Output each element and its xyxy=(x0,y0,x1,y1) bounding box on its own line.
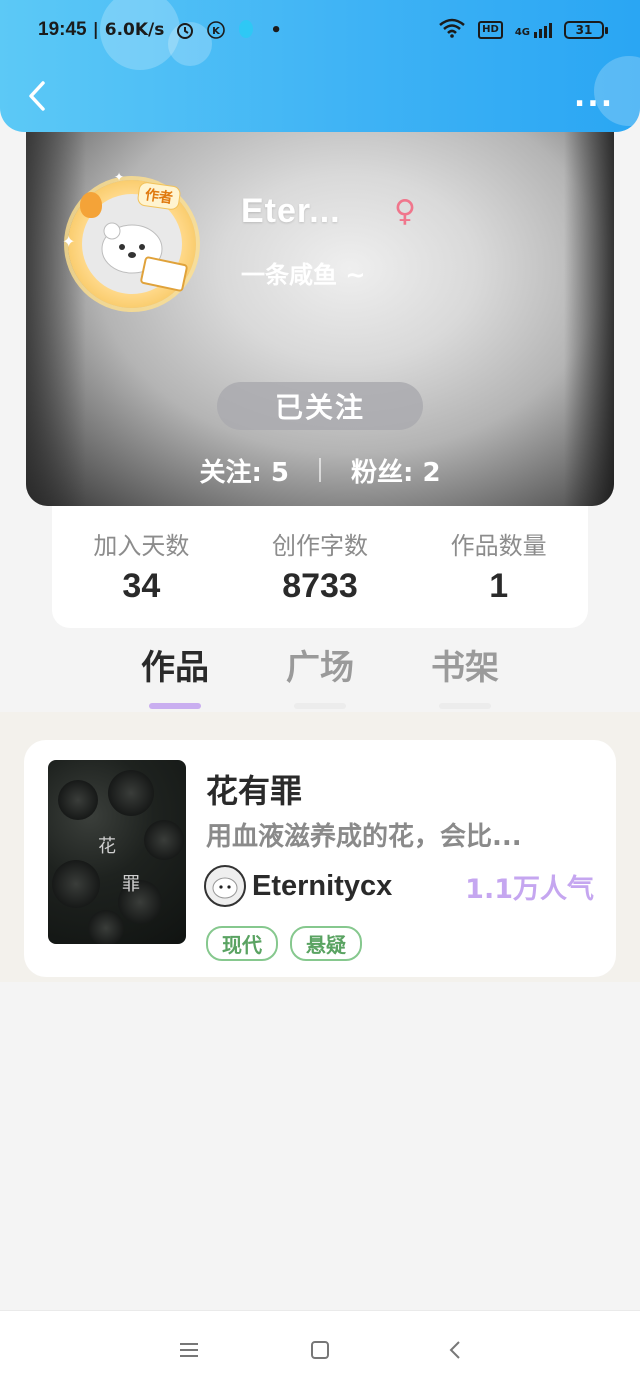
work-description: 用血液滋养成的花，会比... xyxy=(206,822,522,852)
status-time: 19:45 xyxy=(38,19,87,40)
tab-label: 作品 xyxy=(141,648,209,688)
menu-button[interactable] xyxy=(174,1335,204,1365)
system-back-button[interactable] xyxy=(440,1335,470,1365)
rose-decor xyxy=(52,860,100,908)
sparkle-icon: ✦ xyxy=(62,232,76,251)
stat-label: 加入天数 xyxy=(93,532,190,560)
home-button[interactable] xyxy=(305,1335,335,1365)
work-author-row: Eternitycx 1.1万人气 xyxy=(204,864,594,908)
tab-works[interactable]: 作品 xyxy=(105,640,245,712)
hero-shade xyxy=(26,110,86,506)
work-popularity: 1.1万人气 xyxy=(465,873,594,905)
followed-button[interactable]: 已关注 xyxy=(217,382,423,430)
female-icon: ♀ xyxy=(394,194,416,229)
svg-text:K: K xyxy=(212,26,221,37)
work-title[interactable]: 花有罪 xyxy=(206,766,302,812)
work-tags: 现代 悬疑 xyxy=(206,926,362,961)
rose-decor xyxy=(108,770,154,816)
profile-hero: 作者 ✦ ✦ Eter... ♀ 一条咸鱼 ~ 已关注 关注: 5 粉丝: 2 xyxy=(26,110,614,506)
stat-value: 1 xyxy=(489,567,509,605)
tab-bookshelf[interactable]: 书架 xyxy=(395,640,535,712)
tab-square[interactable]: 广场 xyxy=(250,640,390,712)
stat-value: 34 xyxy=(122,567,161,605)
k-app-icon: K xyxy=(206,20,226,40)
tab-indicator xyxy=(149,703,201,709)
work-card[interactable]: 花 罪 花有罪 用血液滋养成的花，会比... Eternitycx 1.1万人气… xyxy=(24,740,616,977)
rose-decor xyxy=(58,780,98,820)
author-avatar[interactable] xyxy=(204,865,246,907)
cover-title-char: 花 xyxy=(98,836,116,857)
work-author-name[interactable]: Eternitycx xyxy=(252,870,392,903)
menu-icon xyxy=(180,1343,198,1357)
signal-icon: 4G xyxy=(514,22,552,38)
stat-value: 8733 xyxy=(282,567,358,605)
back-arrow-icon xyxy=(449,1341,460,1359)
follow-stats: 关注: 5 粉丝: 2 xyxy=(26,448,614,492)
balloon-icon xyxy=(80,192,102,218)
tag-modern[interactable]: 现代 xyxy=(206,926,278,961)
chevron-left-icon xyxy=(29,81,45,111)
divider xyxy=(319,458,321,482)
tab-label: 广场 xyxy=(286,648,354,688)
stat-works-count: 作品数量 1 xyxy=(409,500,588,628)
book-cover[interactable]: 花 罪 xyxy=(48,760,186,944)
battery-level: 31 xyxy=(575,23,593,37)
profile-signature: 一条咸鱼 ~ xyxy=(241,261,366,289)
alarm-icon xyxy=(174,19,196,41)
profile-name: Eter... xyxy=(241,192,341,230)
more-dots: ... xyxy=(573,78,615,114)
sparkle-icon: ✦ xyxy=(114,170,125,184)
stat-join-days: 加入天数 34 xyxy=(52,500,231,628)
tab-indicator xyxy=(294,703,346,709)
content-tabs: 作品 广场 书架 xyxy=(0,632,640,712)
hd-icon: HD xyxy=(478,21,503,39)
home-square-icon xyxy=(311,1341,329,1359)
rose-decor xyxy=(144,820,184,860)
following-count[interactable]: 关注: 5 xyxy=(199,452,289,489)
tab-indicator xyxy=(439,703,491,709)
tag-suspense[interactable]: 悬疑 xyxy=(290,926,362,961)
network-label: 4G xyxy=(514,26,530,38)
cover-title-char: 罪 xyxy=(122,874,140,895)
dot-icon: • xyxy=(270,19,282,41)
qq-icon xyxy=(236,19,256,41)
status-bar: 19:45 | 6.0K/s K • HD 4G 31 xyxy=(38,16,608,44)
back-button[interactable] xyxy=(22,78,52,114)
system-nav-bar xyxy=(0,1310,640,1387)
bear-avatar-icon xyxy=(212,877,238,899)
wifi-icon xyxy=(438,18,466,43)
stat-label: 创作字数 xyxy=(272,532,368,560)
stat-label: 作品数量 xyxy=(450,532,547,560)
rose-decor xyxy=(88,910,124,944)
stat-word-count: 创作字数 8733 xyxy=(231,500,410,628)
top-header: 19:45 | 6.0K/s K • HD 4G 31 ... xyxy=(0,0,640,132)
status-right: HD 4G 31 xyxy=(438,18,608,43)
status-speed: | 6.0K/s xyxy=(92,20,165,40)
more-button[interactable]: ... xyxy=(574,79,614,114)
battery-icon: 31 xyxy=(564,21,608,39)
stats-card: 加入天数 34 创作字数 8733 作品数量 1 xyxy=(52,500,588,628)
hero-shade xyxy=(564,110,614,506)
fans-count[interactable]: 粉丝: 2 xyxy=(351,452,441,489)
tab-label: 书架 xyxy=(431,648,499,688)
